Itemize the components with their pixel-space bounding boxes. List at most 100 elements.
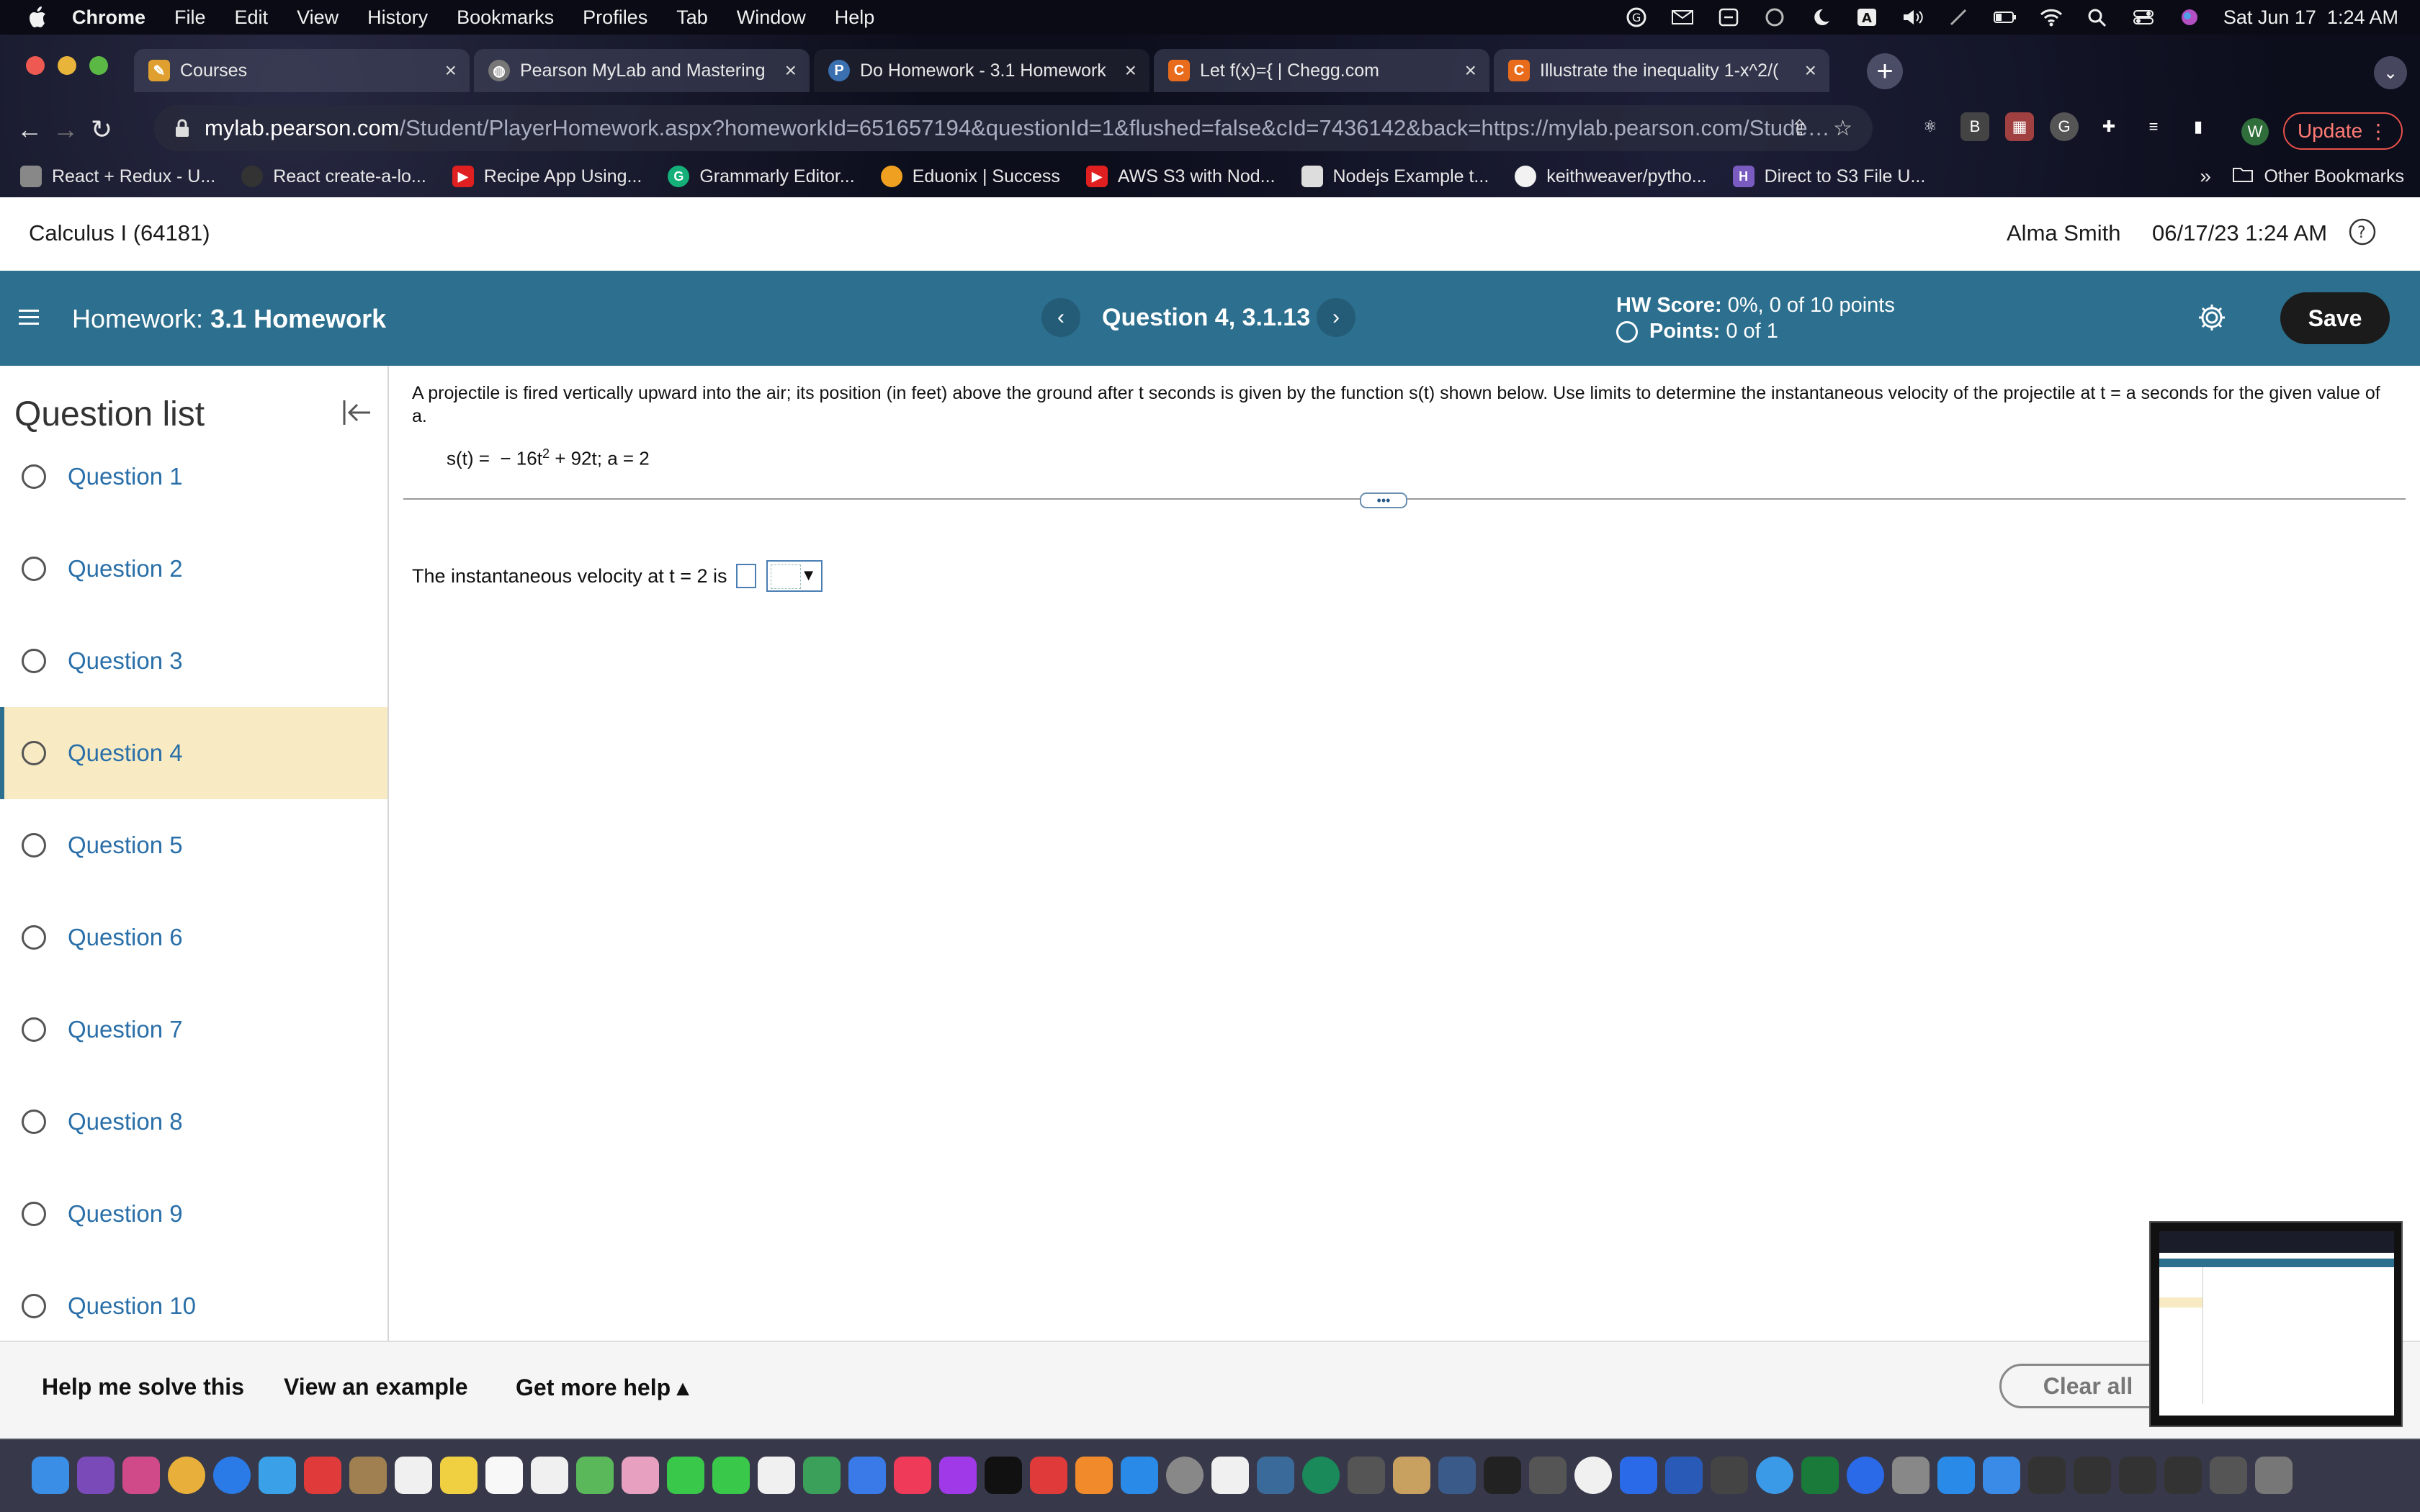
finder-icon[interactable] — [32, 1457, 69, 1494]
menu-tab[interactable]: Tab — [676, 6, 708, 29]
preview-icon[interactable] — [1892, 1457, 1930, 1494]
bookmark-keithweaver[interactable]: keithweaver/pytho... — [1515, 166, 1707, 187]
units-dropdown[interactable]: ▼ — [766, 560, 823, 592]
teamviewer-icon[interactable] — [1847, 1457, 1884, 1494]
news-icon[interactable] — [1030, 1457, 1067, 1494]
question-list-item[interactable]: Question 3 — [0, 615, 387, 707]
reading-list-icon[interactable]: ≡ — [2139, 112, 2168, 141]
opera-status-icon[interactable] — [1762, 7, 1787, 27]
tab-do-homework[interactable]: P Do Homework - 3.1 Homework × — [814, 49, 1150, 92]
postgres-icon[interactable] — [1257, 1457, 1294, 1494]
update-button[interactable]: Update ⋮ — [2283, 112, 2403, 150]
vscode-icon[interactable] — [1620, 1457, 1657, 1494]
recent-window-icon[interactable] — [2119, 1457, 2156, 1494]
menu-history[interactable]: History — [367, 6, 428, 29]
question-list-item-active[interactable]: Question 4 — [0, 707, 387, 799]
keynote-icon[interactable] — [848, 1457, 886, 1494]
menu-window[interactable]: Window — [737, 6, 806, 29]
menu-bookmarks[interactable]: Bookmarks — [457, 6, 554, 29]
bookmark-eduonix[interactable]: Eduonix | Success — [880, 166, 1060, 187]
close-tab-icon[interactable]: × — [785, 59, 797, 82]
recent-window-icon[interactable] — [2210, 1457, 2247, 1494]
calendar-icon[interactable] — [395, 1457, 432, 1494]
tab-search-button[interactable]: ⌄ — [2374, 56, 2407, 89]
zoom-window-button[interactable] — [89, 56, 108, 75]
wifi-icon[interactable] — [2039, 7, 2063, 27]
menubar-clock[interactable]: Sat Jun 17 1:24 AM — [2223, 6, 2398, 29]
get-more-help-button[interactable]: Get more help ▴ — [516, 1374, 689, 1401]
menu-profiles[interactable]: Profiles — [583, 6, 647, 29]
more-bookmarks-chevron[interactable]: » — [2200, 165, 2211, 188]
view-example-button[interactable]: View an example — [284, 1374, 468, 1400]
facetime-icon[interactable] — [712, 1457, 750, 1494]
save-button[interactable]: Save — [2280, 292, 2390, 344]
control-center-icon[interactable] — [2131, 7, 2156, 27]
other-bookmarks[interactable]: Other Bookmarks — [2232, 166, 2404, 188]
question-list-item[interactable]: Question 7 — [0, 984, 387, 1076]
siri-icon[interactable] — [2177, 7, 2202, 27]
tab-chegg-1[interactable]: C Let f(x)={ | Chegg.com × — [1154, 49, 1489, 92]
side-panel-icon[interactable]: ▮ — [2184, 112, 2213, 141]
menu-file[interactable]: File — [174, 6, 206, 29]
siri-app-icon[interactable] — [77, 1457, 115, 1494]
grammarly-extension-icon[interactable]: G — [2050, 112, 2079, 141]
question-list-item[interactable]: Question 5 — [0, 799, 387, 891]
contacts-icon[interactable] — [349, 1457, 387, 1494]
app-store-icon[interactable] — [1121, 1457, 1158, 1494]
resize-status-icon[interactable] — [1716, 7, 1741, 27]
close-window-button[interactable] — [26, 56, 45, 75]
terminal-icon[interactable] — [1484, 1457, 1521, 1494]
close-tab-icon[interactable]: × — [1125, 59, 1137, 82]
new-tab-button[interactable]: + — [1867, 53, 1903, 89]
maps-icon[interactable] — [576, 1457, 614, 1494]
pages-icon[interactable] — [758, 1457, 795, 1494]
apple-menu-icon[interactable] — [24, 3, 53, 32]
books-icon[interactable] — [1075, 1457, 1113, 1494]
collapse-panel-icon[interactable] — [339, 395, 375, 431]
bookmark-direct-s3[interactable]: H Direct to S3 File U... — [1732, 166, 1925, 187]
extension-b-icon[interactable]: B — [1960, 112, 1989, 141]
close-tab-icon[interactable]: × — [1465, 59, 1476, 82]
chatgpt-icon[interactable] — [1302, 1457, 1340, 1494]
bookmark-react-create[interactable]: React create-a-lo... — [241, 166, 426, 187]
help-me-solve-button[interactable]: Help me solve this — [42, 1374, 244, 1400]
reload-icon[interactable]: ↻ — [84, 114, 120, 145]
puzzle-icon[interactable]: ✚ — [2094, 112, 2123, 141]
tab-chegg-2[interactable]: C Illustrate the inequality 1-x^2/( × — [1494, 49, 1829, 92]
tv-icon[interactable] — [985, 1457, 1022, 1494]
archive-icon[interactable] — [1393, 1457, 1430, 1494]
battery-icon[interactable] — [1993, 7, 2017, 27]
back-arrow-icon[interactable]: ← — [12, 114, 48, 145]
notes-icon[interactable] — [440, 1457, 478, 1494]
recent-window-icon[interactable] — [2028, 1457, 2066, 1494]
input-source-icon[interactable]: A — [1855, 7, 1879, 27]
freeform-icon[interactable] — [485, 1457, 523, 1494]
previous-question-button[interactable]: ‹ — [1041, 298, 1080, 337]
tab-courses[interactable]: ✎ Courses × — [134, 49, 470, 92]
question-list-item[interactable]: Question 6 — [0, 891, 387, 984]
minimize-window-button[interactable] — [58, 56, 76, 75]
hamburger-menu-icon[interactable] — [19, 305, 40, 330]
recent-window-icon[interactable] — [2164, 1457, 2202, 1494]
spotlight-search-icon[interactable] — [2085, 7, 2110, 27]
bookmark-aws-s3[interactable]: ▶ AWS S3 with Nod... — [1085, 166, 1276, 187]
word-icon[interactable] — [1665, 1457, 1703, 1494]
recent-window-icon[interactable] — [2074, 1457, 2111, 1494]
profile-avatar[interactable]: W — [2241, 118, 2269, 145]
menu-view[interactable]: View — [297, 6, 339, 29]
volume-icon[interactable] — [1901, 7, 1925, 27]
help-icon[interactable]: ? — [2348, 217, 2377, 246]
word-app-icon[interactable] — [1574, 1457, 1612, 1494]
tab-pearson-mylab[interactable]: ◍ Pearson MyLab and Mastering × — [474, 49, 810, 92]
next-question-button[interactable]: › — [1317, 298, 1355, 337]
safari-icon[interactable] — [213, 1457, 251, 1494]
system-settings-icon[interactable] — [1166, 1457, 1204, 1494]
share-icon[interactable]: ⇪ — [1791, 116, 1809, 141]
grammarly-status-icon[interactable]: G — [1624, 7, 1649, 27]
question-list-item[interactable]: Question 2 — [0, 523, 387, 615]
menu-edit[interactable]: Edit — [235, 6, 269, 29]
downloads-folder-icon[interactable] — [1983, 1457, 2020, 1494]
forward-arrow-icon[interactable]: → — [48, 114, 84, 145]
bookmark-grammarly[interactable]: G Grammarly Editor... — [668, 166, 855, 187]
numbers-icon[interactable] — [803, 1457, 841, 1494]
